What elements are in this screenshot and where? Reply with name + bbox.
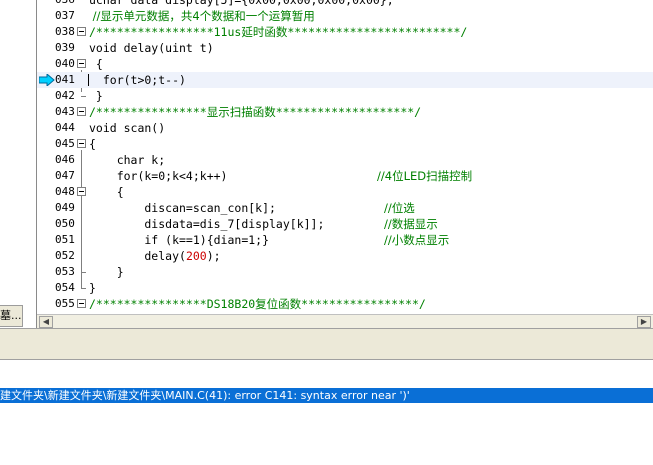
fold-toggle[interactable] <box>77 187 86 196</box>
code-line[interactable]: 048 { <box>37 184 653 200</box>
code-line[interactable]: 054 } <box>37 280 653 296</box>
output-splitter[interactable] <box>0 328 653 360</box>
code-line[interactable]: 043 /****************显示扫描函数*************… <box>37 104 653 120</box>
scroll-right-icon[interactable]: ▶ <box>637 316 651 328</box>
build-output-pane[interactable] <box>0 360 653 465</box>
code-editor[interactable]: 036 uchar data display[5]={0x00,0x00,0x0… <box>37 0 653 314</box>
code-line[interactable]: 045 { <box>37 136 653 152</box>
code-line[interactable]: 053 } <box>37 264 653 280</box>
code-line[interactable]: 047 047 for(k=0;k<4;k++) //4位LED扫描控制 <box>37 168 653 184</box>
code-line[interactable]: 055 /****************DS18B20复位函数********… <box>37 296 653 312</box>
fold-toggle[interactable] <box>77 59 86 68</box>
code-line[interactable]: 052 delay(200); <box>37 248 653 264</box>
code-line[interactable]: 042 } <box>37 88 653 104</box>
scroll-left-icon[interactable]: ◀ <box>39 316 53 328</box>
fold-toggle[interactable] <box>77 139 86 148</box>
project-pane: 墓... <box>0 0 36 328</box>
project-tab[interactable]: 墓... <box>0 305 23 327</box>
arrow-icon <box>39 74 55 86</box>
code-line[interactable]: 037 //显示单元数据，共4个数据和一个运算暂用 <box>37 8 653 24</box>
code-line[interactable]: 051 if (k==1){dian=1;} //小数点显示 <box>37 232 653 248</box>
fold-toggle[interactable] <box>77 27 86 36</box>
code-line[interactable]: 040 { <box>37 56 653 72</box>
code-line[interactable]: 044 void scan() <box>37 120 653 136</box>
horizontal-scrollbar[interactable]: ◀ ▶ <box>37 314 653 329</box>
code-line[interactable]: 036 uchar data display[5]={0x00,0x00,0x0… <box>37 0 653 8</box>
current-code-line[interactable]: 041 for(t>0;t--) <box>37 72 653 88</box>
fold-toggle[interactable] <box>77 107 86 116</box>
code-line[interactable]: 049 discan=scan_con[k]; //位选 <box>37 200 653 216</box>
code-line[interactable]: 038 /*****************11us延时函数**********… <box>37 24 653 40</box>
fold-toggle[interactable] <box>77 299 86 308</box>
code-line[interactable]: 039 void delay(uint t) <box>37 40 653 56</box>
code-line[interactable]: 050 disdata=dis_7[display[k]]; //数据显示 <box>37 216 653 232</box>
error-message[interactable]: 建文件夹\新建文件夹\新建文件夹\MAIN.C(41): error C141:… <box>0 388 653 403</box>
code-line[interactable]: 046 char k; <box>37 152 653 168</box>
